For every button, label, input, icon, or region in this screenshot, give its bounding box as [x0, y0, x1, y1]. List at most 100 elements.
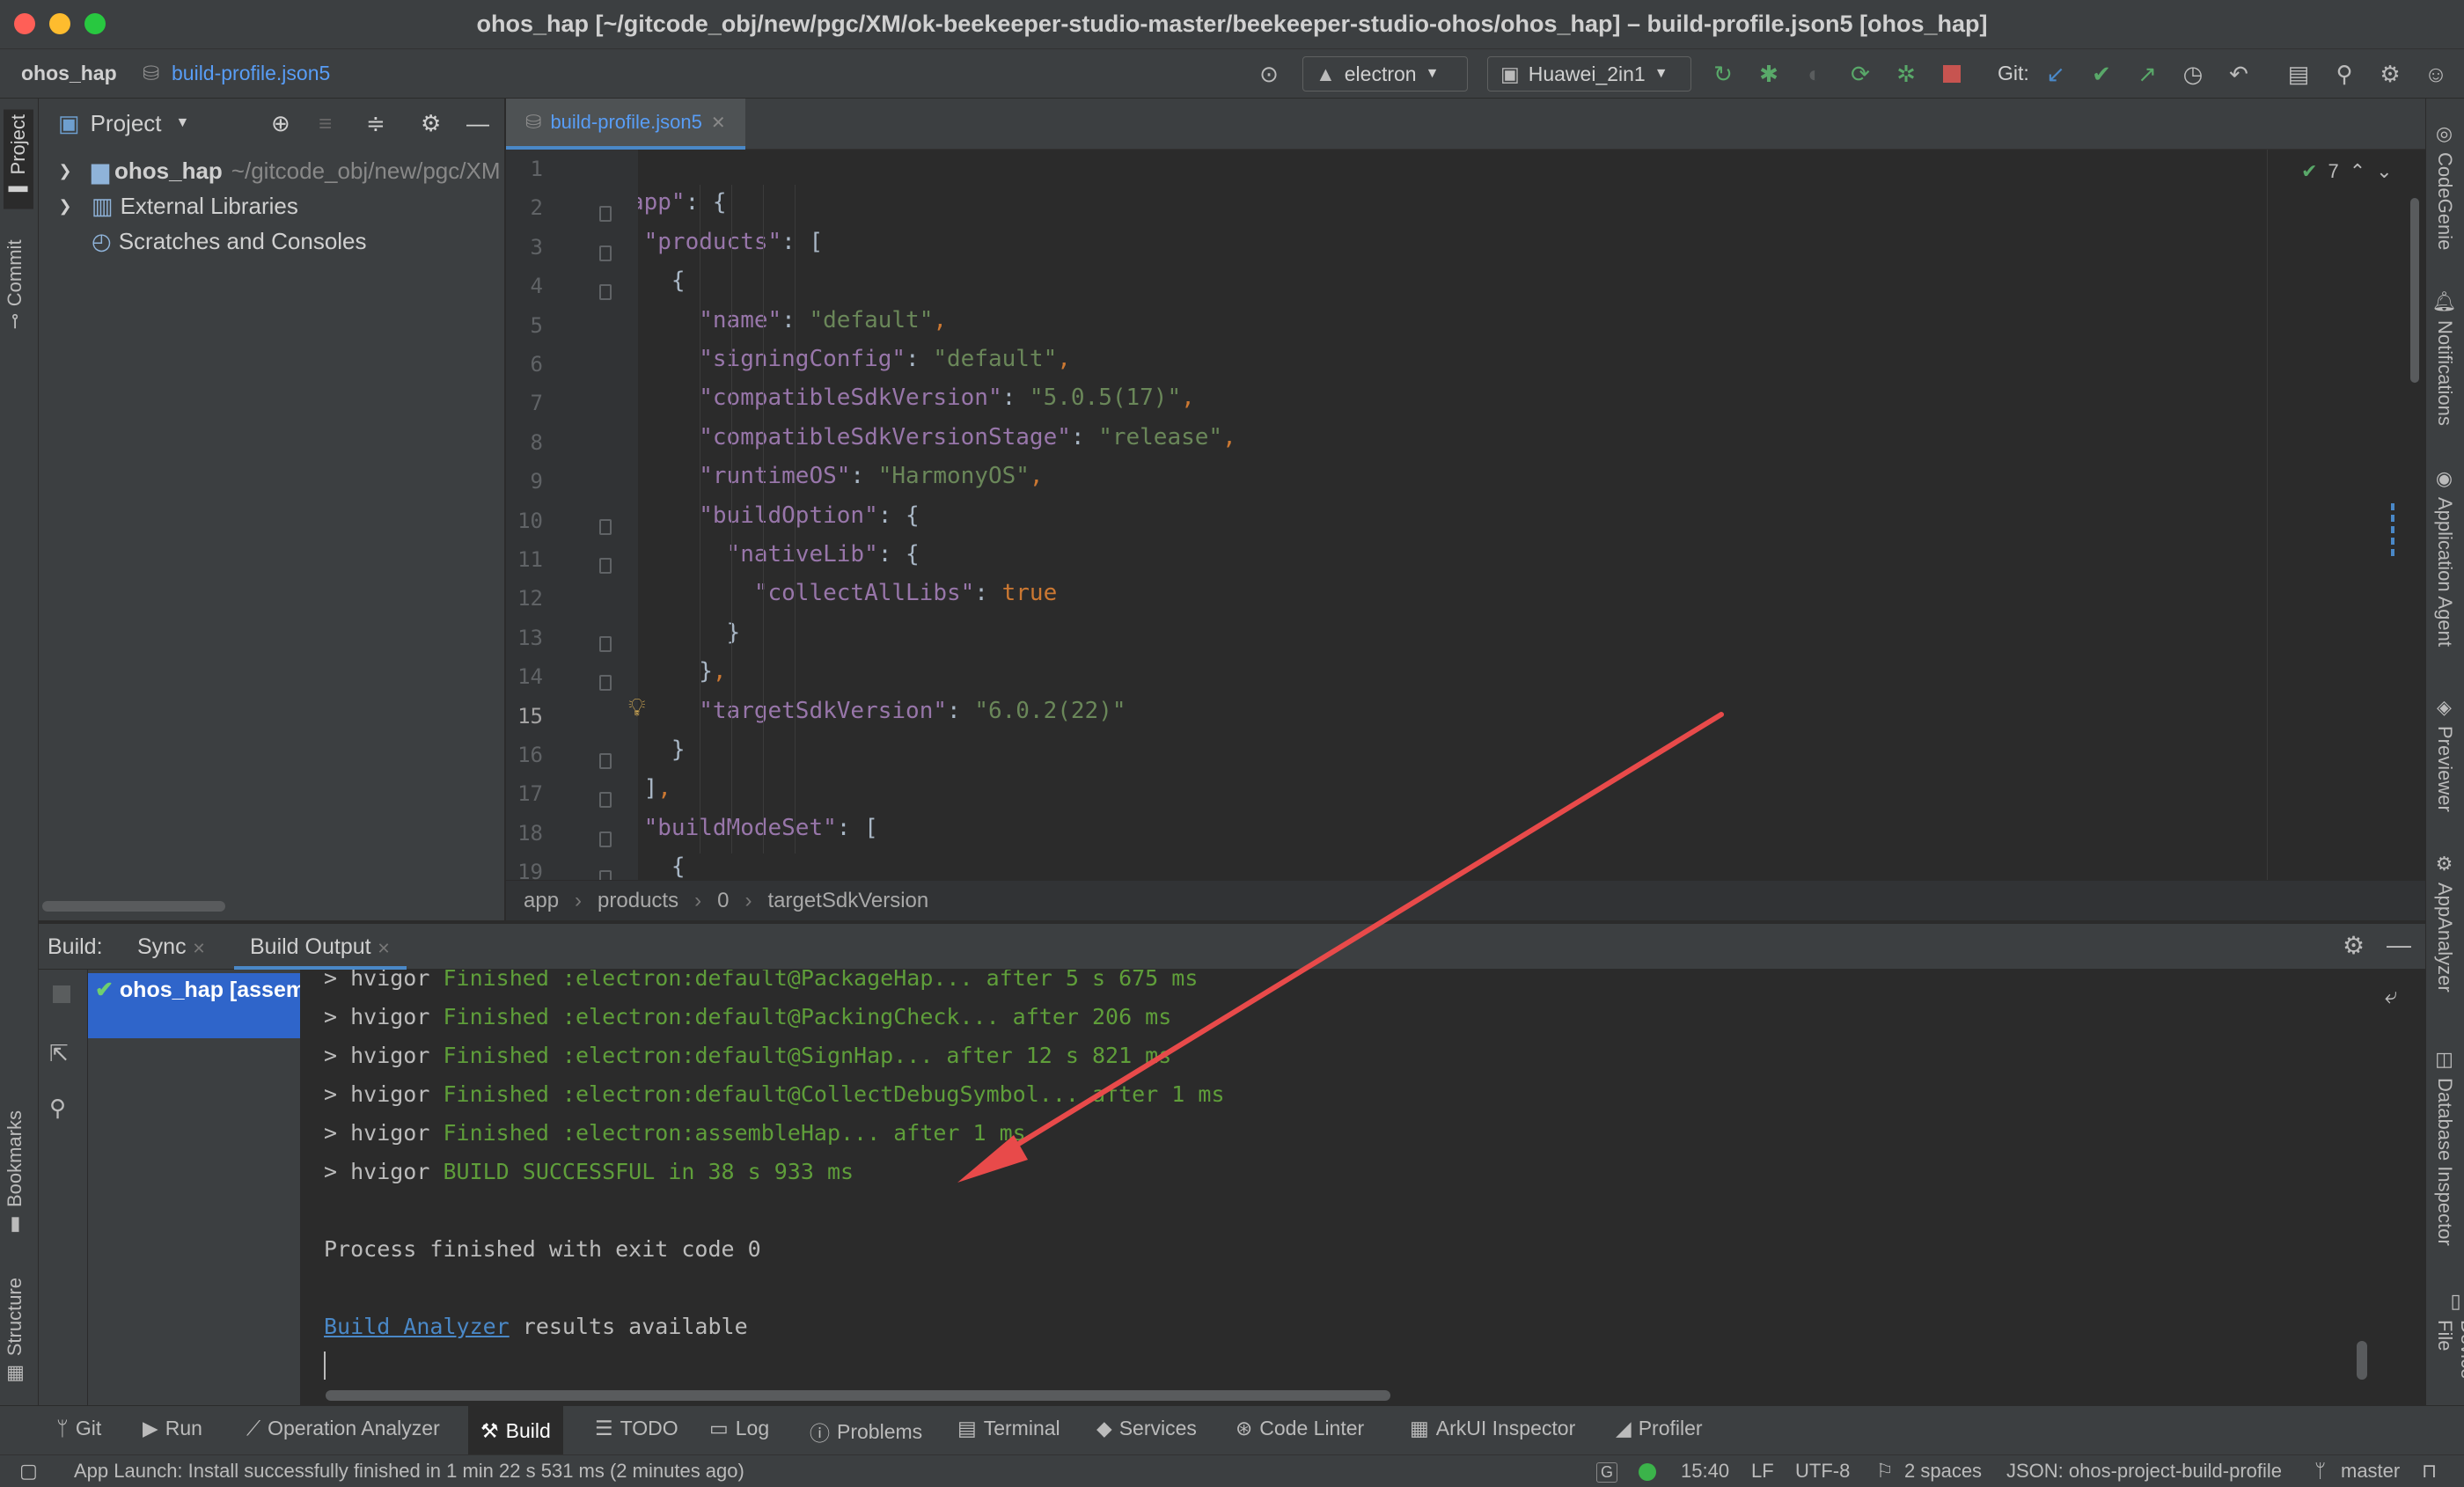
vertical-scrollbar[interactable]: [2410, 198, 2419, 383]
nav-file[interactable]: build-profile.json5: [172, 62, 330, 85]
hide-icon[interactable]: —: [466, 110, 489, 137]
lightbulb-icon[interactable]: 💡︎: [628, 693, 646, 722]
gear-icon[interactable]: ⚙: [2343, 931, 2365, 960]
line-separator[interactable]: LF: [1751, 1460, 1774, 1483]
fold-marker[interactable]: [599, 635, 612, 652]
fold-marker[interactable]: [599, 558, 612, 574]
vertical-scrollbar[interactable]: [2357, 1341, 2367, 1380]
horizontal-scrollbar[interactable]: [42, 901, 225, 912]
tool-build[interactable]: ⚒ Build: [468, 1406, 563, 1455]
locate-icon[interactable]: ⊕: [271, 110, 290, 137]
file-encoding[interactable]: UTF-8: [1795, 1460, 1850, 1483]
tree-item-external-libraries[interactable]: ❯ ▥ External Libraries: [39, 188, 297, 223]
fold-marker[interactable]: [599, 284, 612, 301]
profile-icon[interactable]: ✲: [1892, 60, 1920, 88]
cursor-position[interactable]: 15:40: [1681, 1460, 1729, 1483]
tree-item-ohos-hap[interactable]: ❯ ▆ ohos_hap ~/gitcode_obj/new/pgc/XM: [39, 153, 500, 188]
fold-marker[interactable]: [599, 518, 612, 535]
codegenie-tool-tab[interactable]: ◎ CodeGenie: [2433, 123, 2456, 250]
tool-problems[interactable]: ⓘ Problems: [810, 1417, 922, 1447]
module-combo[interactable]: ▲ electron ▼: [1302, 56, 1468, 92]
tool-log[interactable]: ▭ Log: [709, 1417, 769, 1440]
chevron-up-icon[interactable]: ⌃: [2350, 160, 2365, 183]
build-output-console[interactable]: > hvigor Finished :electron:default@Pack…: [303, 970, 2353, 1405]
git-push-icon[interactable]: ↗: [2133, 60, 2161, 88]
git-branch[interactable]: master: [2341, 1460, 2400, 1483]
commit-tool-tab[interactable]: ⊸ Commit: [4, 239, 26, 329]
fold-marker[interactable]: [599, 792, 612, 809]
fold-marker[interactable]: [599, 206, 612, 223]
history-icon[interactable]: ◷: [2179, 60, 2207, 88]
lock-icon[interactable]: ⊓: [2422, 1460, 2437, 1483]
panel-toggle-icon[interactable]: ▢: [19, 1460, 38, 1483]
device-combo[interactable]: ▣ Huawei_2in1 ▼: [1487, 56, 1691, 92]
json-schema[interactable]: JSON: ohos-project-build-profile: [2006, 1460, 2282, 1483]
account-icon[interactable]: ☺: [2422, 60, 2450, 88]
debug-icon[interactable]: ✱: [1755, 60, 1783, 88]
tool-arkui-inspector[interactable]: ▦ ArkUI Inspector: [1410, 1417, 1575, 1440]
previewer-tool-tab[interactable]: ◈ Previewer: [2433, 697, 2456, 812]
fold-marker[interactable]: [599, 753, 612, 769]
breadcrumb-item[interactable]: products: [598, 889, 678, 913]
soft-wrap-icon[interactable]: ⤶: [2385, 982, 2398, 1010]
g-badge[interactable]: G: [1596, 1462, 1618, 1483]
hide-icon[interactable]: —: [2387, 931, 2411, 959]
open-external-icon[interactable]: ⇱: [49, 1040, 69, 1067]
bookmarks-tool-tab[interactable]: ▮ Bookmarks: [4, 1110, 26, 1236]
settings-icon[interactable]: ⚙: [2376, 60, 2404, 88]
target-icon[interactable]: ⊙: [1255, 60, 1283, 88]
chevron-down-icon[interactable]: ▼: [176, 115, 190, 131]
tool-terminal[interactable]: ▤ Terminal: [957, 1417, 1060, 1440]
fold-marker[interactable]: [599, 675, 612, 692]
expand-all-icon[interactable]: ≡: [319, 110, 332, 137]
breadcrumb-item[interactable]: app: [524, 889, 559, 913]
tool-todo[interactable]: ☰ TODO: [595, 1417, 678, 1440]
status-indicator[interactable]: [1639, 1463, 1656, 1481]
tool-code-linter[interactable]: ⊛ Code Linter: [1236, 1417, 1364, 1440]
pin-icon[interactable]: ⚲: [49, 1095, 66, 1122]
code-editor[interactable]: { "app": { "products": [ { "name": "defa…: [638, 150, 2266, 880]
tool-services[interactable]: ◆ Services: [1096, 1417, 1197, 1440]
rerun-icon[interactable]: ↻: [1709, 60, 1737, 88]
tab-sync[interactable]: Sync ✕: [137, 934, 206, 960]
attach-debugger-icon[interactable]: ◐: [1800, 60, 1829, 88]
project-tool-tab[interactable]: ▬ Project: [4, 109, 33, 209]
gear-icon[interactable]: ⚙: [421, 110, 441, 137]
application-agent-tool-tab[interactable]: ◉ Application Agent: [2433, 468, 2456, 647]
database-inspector-tool-tab[interactable]: ◫ Database Inspector: [2433, 1049, 2456, 1246]
apply-changes-icon[interactable]: ⟳: [1846, 60, 1874, 88]
appanalyzer-tool-tab[interactable]: ⚙ AppAnalyzer: [2433, 853, 2456, 993]
horizontal-scrollbar[interactable]: [326, 1390, 1390, 1401]
indent-setting[interactable]: 2 spaces: [1904, 1460, 1982, 1483]
chevron-right-icon[interactable]: ❯: [39, 197, 92, 216]
tool-git[interactable]: ᛘ Git: [56, 1417, 101, 1440]
breadcrumb-item[interactable]: 0: [717, 889, 729, 913]
project-structure-icon[interactable]: ▤: [2284, 60, 2313, 88]
tree-item-scratches[interactable]: ◴ Scratches and Consoles: [39, 223, 367, 259]
nav-project[interactable]: ohos_hap: [21, 62, 117, 85]
stop-icon[interactable]: [53, 985, 70, 1003]
build-analyzer-link[interactable]: Build Analyzer: [324, 1314, 510, 1339]
tab-build-profile[interactable]: ⛁ build-profile.json5 ✕: [506, 99, 745, 150]
fold-marker[interactable]: [599, 831, 612, 847]
notifications-tool-tab[interactable]: 🔔︎ Notifications: [2433, 289, 2456, 426]
chevron-down-icon[interactable]: ⌄: [2376, 160, 2392, 183]
collapse-all-icon[interactable]: ≑: [366, 110, 385, 137]
git-commit-icon[interactable]: ✔: [2087, 60, 2116, 88]
stop-icon[interactable]: [1938, 60, 1966, 88]
search-icon[interactable]: ⚲: [2330, 60, 2358, 88]
inspection-widget[interactable]: ✔ 7 ⌃ ⌄: [2301, 160, 2393, 183]
chevron-right-icon[interactable]: ❯: [39, 162, 92, 180]
tool-operation-analyzer[interactable]: ⟋ Operation Analyzer: [246, 1417, 440, 1440]
project-panel-title[interactable]: Project: [91, 110, 162, 137]
git-update-icon[interactable]: ↙: [2042, 60, 2070, 88]
tool-run[interactable]: ▶ Run: [143, 1417, 202, 1440]
structure-tool-tab[interactable]: ▦ Structure: [4, 1278, 26, 1385]
close-icon[interactable]: ✕: [378, 940, 391, 957]
tool-profiler[interactable]: ◢ Profiler: [1616, 1417, 1703, 1440]
fold-marker[interactable]: [599, 245, 612, 261]
close-icon[interactable]: ✕: [711, 112, 726, 134]
build-tree-item[interactable]: ✔ ohos_hap [assem: [88, 973, 300, 1038]
device-file-tool-tab[interactable]: ▯ Device File: [2433, 1291, 2464, 1401]
rollback-icon[interactable]: ↶: [2225, 60, 2253, 88]
